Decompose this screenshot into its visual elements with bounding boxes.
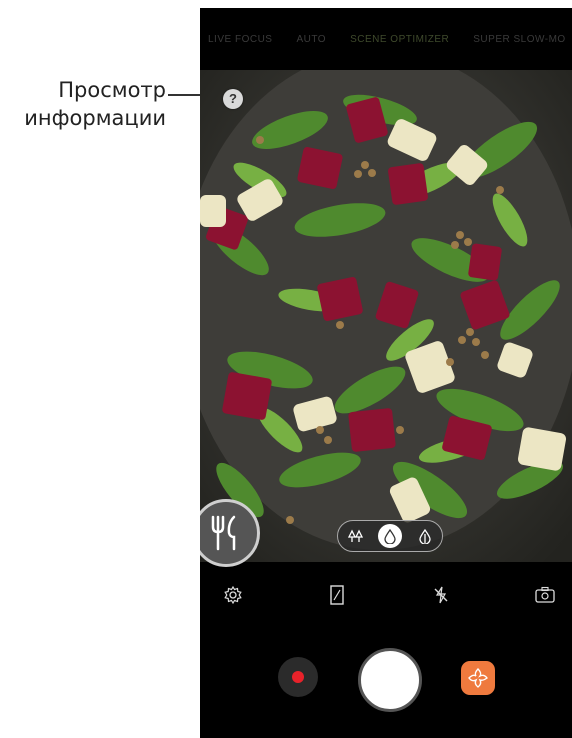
mode-live-focus[interactable]: LIVE FOCUS [208, 34, 272, 45]
switch-camera-icon[interactable] [534, 584, 556, 606]
gallery-flower-icon [468, 668, 488, 688]
record-button[interactable] [278, 657, 318, 697]
settings-icon[interactable] [222, 584, 244, 606]
camera-toolbar [200, 580, 572, 610]
leaf-drop-icon[interactable] [413, 524, 437, 548]
info-button[interactable]: ? [223, 89, 243, 109]
camera-viewfinder[interactable] [200, 70, 572, 562]
drop-icon[interactable] [378, 524, 402, 548]
aspect-ratio-icon[interactable] [326, 584, 348, 606]
callout-line2: информации [24, 106, 166, 130]
salad-preview-image [200, 70, 572, 562]
camera-screen: LIVE FOCUS AUTO SCENE OPTIMIZER SUPER SL… [200, 8, 572, 738]
question-icon: ? [229, 91, 237, 106]
shutter-button[interactable] [358, 648, 422, 712]
gallery-button[interactable] [461, 661, 495, 695]
effect-selector [337, 520, 443, 552]
mode-auto[interactable]: AUTO [296, 34, 326, 45]
flash-off-icon[interactable] [430, 584, 452, 606]
callout-label: Просмотр информации [0, 76, 166, 132]
mode-super-slow-mo[interactable]: SUPER SLOW-MO [473, 34, 565, 45]
mode-bar: LIVE FOCUS AUTO SCENE OPTIMIZER SUPER SL… [200, 8, 572, 70]
record-icon [292, 671, 304, 683]
fork-knife-icon [211, 515, 236, 551]
mode-scene-optimizer[interactable]: SCENE OPTIMIZER [350, 34, 449, 45]
blur-trees-icon[interactable] [344, 524, 368, 548]
callout-line1: Просмотр [58, 78, 166, 102]
